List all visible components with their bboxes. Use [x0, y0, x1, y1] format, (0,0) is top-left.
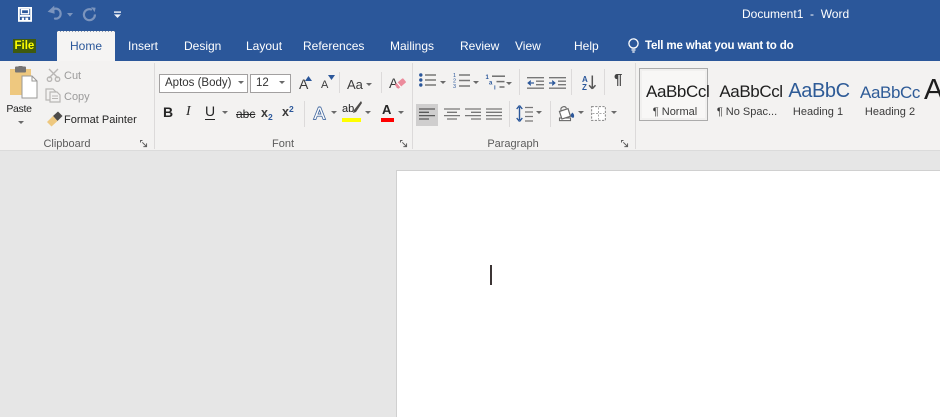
svg-text:a: a [489, 80, 493, 86]
svg-text:Z: Z [582, 83, 587, 90]
svg-text:A: A [314, 105, 325, 121]
svg-text:i: i [494, 86, 496, 90]
svg-text:3: 3 [453, 84, 456, 88]
